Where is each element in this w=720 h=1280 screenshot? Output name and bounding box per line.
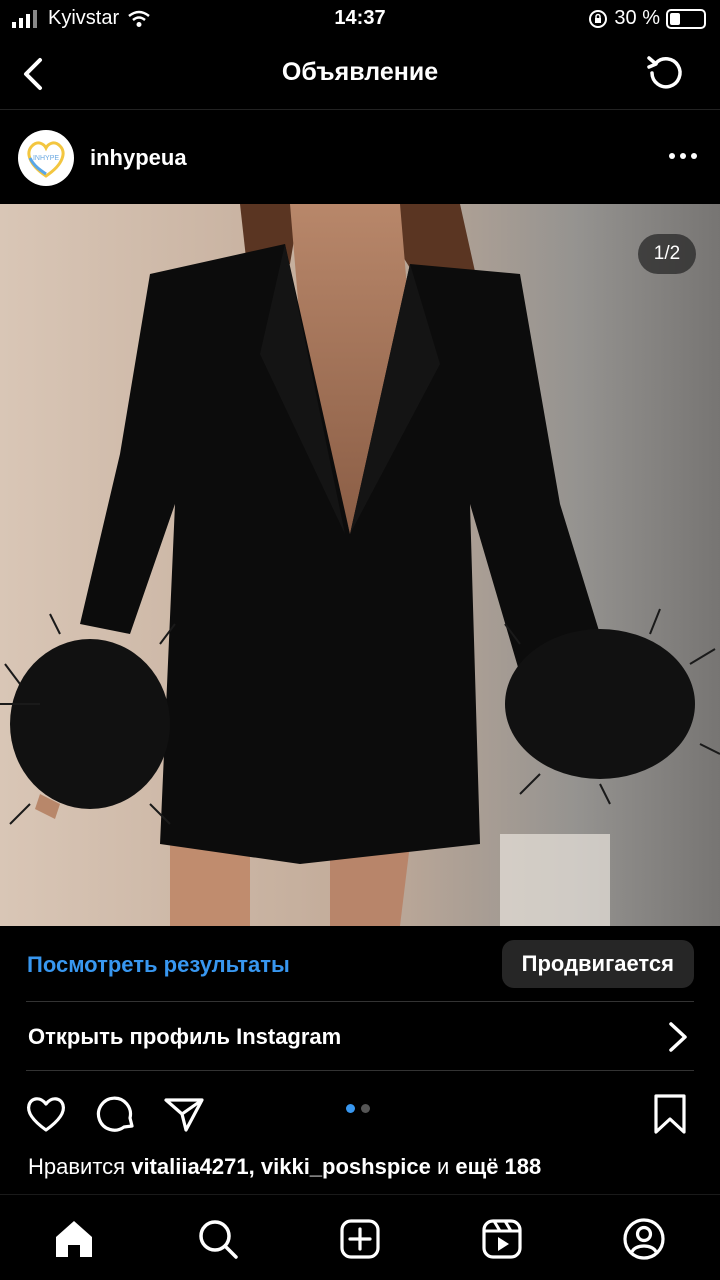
profile-icon[interactable] [622, 1217, 666, 1261]
top-bar: Объявление [0, 38, 720, 110]
refresh-icon[interactable] [644, 52, 686, 94]
view-results-link[interactable]: Посмотреть результаты [27, 952, 290, 978]
carousel-dot-active [346, 1104, 355, 1113]
open-profile-label: Открыть профиль Instagram [28, 1024, 342, 1049]
post-image-illustration [0, 204, 720, 926]
post-header: INHYPE inhypeua [0, 112, 720, 204]
status-bar: Kyivstar 14:37 30 % [0, 0, 720, 38]
likes-more[interactable]: ещё 188 [455, 1154, 541, 1179]
share-icon[interactable] [162, 1092, 206, 1136]
username[interactable]: inhypeua [90, 145, 187, 171]
bottom-nav [0, 1194, 720, 1280]
liker-username[interactable]: vikki_poshspice [261, 1154, 431, 1179]
status-right: 30 % [588, 7, 706, 30]
battery-fill [670, 12, 680, 25]
search-icon[interactable] [196, 1217, 240, 1261]
bookmark-icon[interactable] [648, 1092, 692, 1136]
likes-text: Нравится vitaliia4271, vikki_poshspice и… [28, 1154, 541, 1180]
avatar[interactable]: INHYPE [18, 130, 74, 186]
promoting-button[interactable]: Продвигается [501, 940, 694, 988]
chevron-right-icon [669, 1022, 687, 1052]
liker-username[interactable]: vitaliia4271, [131, 1154, 255, 1179]
heart-icon[interactable] [24, 1092, 68, 1136]
image-counter: 1/2 [638, 234, 696, 274]
page-title: Объявление [281, 58, 439, 86]
reels-icon[interactable] [480, 1217, 524, 1261]
battery-percent: 30 % [614, 7, 660, 29]
home-icon[interactable] [52, 1217, 96, 1261]
likes-prefix: Нравится [28, 1154, 126, 1179]
battery-icon [666, 8, 706, 29]
divider [26, 1070, 694, 1071]
carousel-dot [361, 1104, 370, 1113]
likes-connector: и [436, 1154, 450, 1179]
avatar-text: INHYPE [33, 155, 59, 162]
open-profile-row[interactable]: Открыть профиль Instagram [0, 1002, 720, 1070]
comment-icon[interactable] [94, 1092, 138, 1136]
orientation-lock-icon [589, 9, 608, 28]
carousel-indicator [346, 1104, 370, 1113]
post-actions [0, 1080, 720, 1144]
cta-row: Посмотреть результаты Продвигается [0, 926, 720, 1002]
more-options-icon[interactable] [668, 146, 698, 166]
post-image[interactable]: 1/2 [0, 204, 720, 926]
add-post-icon[interactable] [338, 1217, 382, 1261]
logo-icon: INHYPE [27, 141, 65, 178]
